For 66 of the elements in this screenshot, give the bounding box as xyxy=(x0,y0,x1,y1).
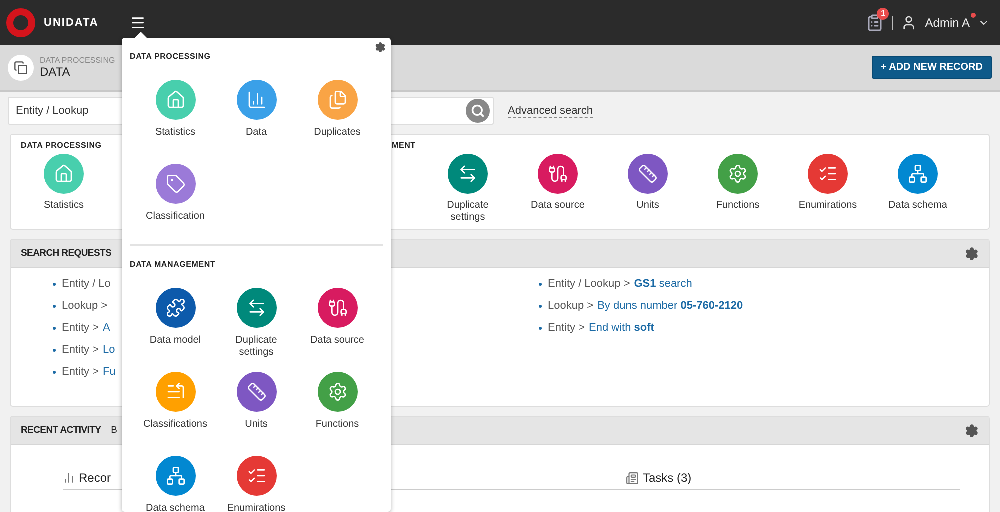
menu-item[interactable]: Classifications xyxy=(135,372,216,446)
menu-item[interactable]: Data schema xyxy=(135,456,216,512)
request-path: Entity / Lo xyxy=(62,278,111,290)
card-title: RECENT ACTIVITY xyxy=(21,425,102,436)
request-path: Lookup > xyxy=(548,300,594,312)
menu-item[interactable]: Functions xyxy=(297,372,378,446)
advanced-search-link[interactable]: Advanced search xyxy=(508,104,593,118)
request-link[interactable]: Fu xyxy=(103,366,116,378)
request-link[interactable]: End with soft xyxy=(589,322,654,334)
page-title: DATA xyxy=(40,65,72,79)
menu-item[interactable]: Classification xyxy=(135,164,216,238)
module-link[interactable]: Duplicate settings xyxy=(423,154,513,224)
logo-icon xyxy=(6,8,36,38)
section-title: DATA MANAGEMENT xyxy=(130,260,216,269)
bullet-icon xyxy=(539,304,542,308)
section-title: DATA PROCESSING xyxy=(130,52,211,61)
request-path: Entity / Lookup > xyxy=(548,278,630,290)
menu-item[interactable]: Data xyxy=(216,80,297,154)
section-title: MENT xyxy=(392,141,417,150)
notification-badge: 1 xyxy=(877,8,890,20)
menu-item[interactable]: Enumirations xyxy=(216,456,297,512)
request-path: Entity > xyxy=(62,344,99,356)
module-link[interactable]: Units xyxy=(603,154,693,224)
menu-item[interactable]: Data model xyxy=(135,288,216,362)
brand-name: UNIDATA xyxy=(44,16,99,28)
request-path: Entity > xyxy=(62,322,99,334)
request-link[interactable]: A xyxy=(103,322,110,334)
bullet-icon xyxy=(53,326,56,330)
request-path: Lookup > xyxy=(62,300,108,312)
tasks-title: Tasks (3) xyxy=(643,471,692,485)
bullet-icon xyxy=(53,282,56,286)
bullet-icon xyxy=(539,326,542,330)
section-title: DATA PROCESSING xyxy=(21,141,103,150)
menu-item[interactable]: Duplicate settings xyxy=(216,288,297,362)
request-link[interactable]: GS1 search xyxy=(634,278,692,290)
settings-icon[interactable] xyxy=(375,42,386,53)
module-link[interactable]: Data source xyxy=(513,154,603,224)
search-icon xyxy=(471,104,485,118)
module-link[interactable]: Statistics xyxy=(21,154,107,212)
menu-item[interactable]: Duplicates xyxy=(297,80,378,154)
user-icon[interactable] xyxy=(901,14,918,30)
menu-button[interactable] xyxy=(130,14,146,30)
add-record-button[interactable]: + ADD NEW RECORD xyxy=(872,56,992,79)
bullet-icon xyxy=(53,304,56,308)
bar-chart-icon xyxy=(63,472,75,484)
menu-item[interactable]: Units xyxy=(216,372,297,446)
menu-item[interactable]: Statistics xyxy=(135,80,216,154)
request-link[interactable]: Lo xyxy=(103,344,116,356)
request-path: Entity > xyxy=(62,366,99,378)
settings-icon[interactable] xyxy=(965,246,979,260)
bullet-icon xyxy=(53,370,56,374)
records-title: Recor xyxy=(79,471,112,485)
module-link[interactable]: Enumirations xyxy=(783,154,873,224)
request-link[interactable]: By duns number 05-760-2120 xyxy=(598,300,744,312)
bullet-icon xyxy=(539,282,542,286)
card-title: SEARCH REQUESTS xyxy=(21,248,112,259)
user-name[interactable]: Admin A xyxy=(925,16,970,30)
module-link[interactable]: Functions xyxy=(693,154,783,224)
module-link[interactable]: Data schema xyxy=(873,154,963,224)
copy-icon xyxy=(8,54,34,80)
bullet-icon xyxy=(53,348,56,352)
request-path: Entity > xyxy=(548,322,585,334)
settings-icon[interactable] xyxy=(965,424,979,438)
search-button[interactable] xyxy=(466,99,490,123)
menu-item[interactable]: Data source xyxy=(297,288,378,362)
activity-tab[interactable]: B xyxy=(111,425,118,436)
